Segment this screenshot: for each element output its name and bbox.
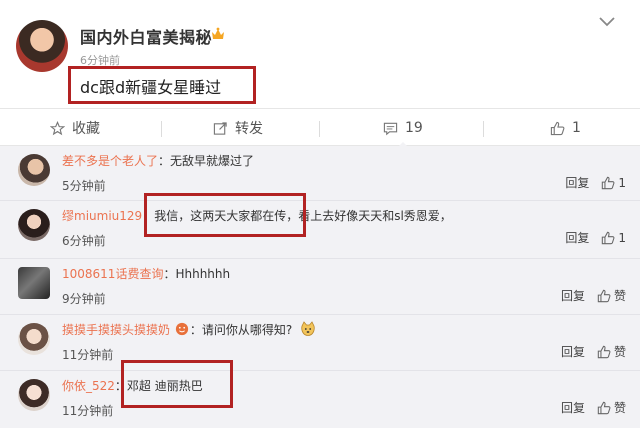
comment-item: 你依_522：邓超 迪丽热巴 11分钟前 回复 赞 (0, 370, 640, 426)
star-icon (50, 120, 65, 135)
reply-button[interactable]: 回复 (561, 343, 585, 360)
comment-like-count: 赞 (613, 289, 626, 303)
commenter-name[interactable]: 你依_522 (62, 379, 115, 393)
comment-line: 差不多是个老人了：无敌早就爆过了 (62, 152, 254, 169)
comment-like-button[interactable]: 1 (601, 231, 626, 245)
comment-like-button[interactable]: 赞 (597, 287, 626, 304)
comment-time: 11分钟前 (62, 348, 114, 362)
reply-button[interactable]: 回复 (565, 174, 589, 191)
like-button[interactable]: 1 (550, 109, 581, 147)
favorite-button[interactable]: 收藏 (50, 109, 100, 147)
comment-like-button[interactable]: 赞 (597, 399, 626, 416)
comment-like-count: 1 (618, 230, 626, 245)
favorite-label: 收藏 (72, 121, 100, 137)
comment-like-count: 赞 (613, 345, 626, 359)
commenter-avatar[interactable] (18, 154, 50, 186)
comment-line: 摸摸手摸摸头摸摸奶 ：请问你从哪得知? (62, 321, 316, 338)
comment-line: 1008611话费查询：Hhhhhhh (62, 265, 230, 282)
comment-text: 无敌早就爆过了 (170, 154, 255, 168)
commenter-avatar[interactable] (18, 323, 50, 355)
comment-item: 缪miumiu129：我信，这两天大家都在传，看上去好像天天和sl秀恩爱， 6分… (0, 200, 640, 256)
comment-line: 你依_522：邓超 迪丽热巴 (62, 377, 203, 394)
comment-like-count: 1 (618, 175, 626, 190)
emoji-icon (175, 322, 188, 336)
comment-separator: ： (158, 154, 171, 168)
comment-time: 5分钟前 (62, 179, 106, 193)
divider (161, 121, 162, 137)
commenter-name[interactable]: 缪miumiu129 (62, 209, 142, 223)
author-avatar[interactable] (16, 20, 68, 72)
reply-button[interactable]: 回复 (561, 399, 585, 416)
post-time: 6分钟前 (80, 54, 120, 67)
commenter-name[interactable]: 差不多是个老人了 (62, 154, 158, 168)
post-text: dc跟d新疆女星睡过 (80, 78, 222, 97)
commenter-avatar[interactable] (18, 267, 50, 299)
comment-item: 差不多是个老人了：无敌早就爆过了 5分钟前 回复 1 (0, 146, 640, 202)
thumb-up-icon (597, 289, 611, 302)
comment-button[interactable]: 19 (383, 109, 423, 148)
repost-label: 转发 (235, 121, 263, 137)
comment-separator: ： (114, 379, 127, 393)
author-name[interactable]: 国内外白富美揭秘 (80, 24, 212, 48)
comment-actions: 回复 赞 (561, 287, 626, 304)
comment-text: 请问你从哪得知? (201, 323, 293, 337)
repost-button[interactable]: 转发 (213, 109, 263, 147)
reply-button[interactable]: 回复 (561, 287, 585, 304)
comment-time: 11分钟前 (62, 404, 114, 418)
weibo-post: 国内外白富美揭秘 6分钟前 dc跟d新疆女星睡过 (0, 0, 640, 108)
vip-badge-icon (212, 27, 224, 39)
commenter-avatar[interactable] (18, 379, 50, 411)
divider (483, 121, 484, 137)
emoji-icon (301, 321, 315, 336)
thumb-up-icon (597, 401, 611, 414)
comment-time: 9分钟前 (62, 292, 106, 306)
comment-actions: 回复 赞 (561, 343, 626, 360)
comment-like-button[interactable]: 1 (601, 176, 626, 190)
comment-line: 缪miumiu129：我信，这两天大家都在传，看上去好像天天和sl秀恩爱， (62, 207, 452, 224)
comment-item: 1008611话费查询：Hhhhhhh 9分钟前 回复 赞 (0, 258, 640, 314)
comment-text: 邓超 迪丽热巴 (126, 379, 203, 393)
like-count: 1 (572, 120, 581, 136)
thumb-up-icon (597, 345, 611, 358)
reply-button[interactable]: 回复 (565, 229, 589, 246)
comment-like-count: 赞 (613, 401, 626, 415)
comment-icon (383, 122, 398, 135)
comment-separator: ： (163, 267, 176, 281)
comment-item: 摸摸手摸摸头摸摸奶 ：请问你从哪得知? 11分钟前 回复 赞 (0, 314, 640, 370)
comment-time: 6分钟前 (62, 234, 106, 248)
comment-actions: 回复 1 (565, 229, 626, 246)
repost-icon (213, 121, 227, 135)
thumb-up-icon (602, 176, 615, 189)
comment-separator: ： (189, 323, 202, 337)
comment-separator: ： (142, 209, 155, 223)
comment-list: 差不多是个老人了：无敌早就爆过了 5分钟前 回复 1 缪miumiu129：我信… (0, 146, 640, 428)
divider (319, 121, 320, 137)
comment-actions: 回复 赞 (561, 399, 626, 416)
commenter-avatar[interactable] (18, 209, 50, 241)
comment-count: 19 (405, 120, 423, 136)
chevron-down-icon[interactable] (598, 16, 616, 28)
comment-text: Hhhhhhh (175, 267, 231, 281)
commenter-name[interactable]: 摸摸手摸摸头摸摸奶 (62, 323, 170, 337)
thumb-up-icon (602, 231, 615, 244)
comment-like-button[interactable]: 赞 (597, 343, 626, 360)
thumb-up-icon (550, 121, 565, 135)
action-bar: 收藏 转发 19 1 (0, 108, 640, 148)
commenter-name[interactable]: 1008611话费查询 (62, 267, 163, 281)
comment-text: 我信，这两天大家都在传，看上去好像天天和sl秀恩爱， (154, 209, 452, 223)
comment-actions: 回复 1 (565, 174, 626, 191)
